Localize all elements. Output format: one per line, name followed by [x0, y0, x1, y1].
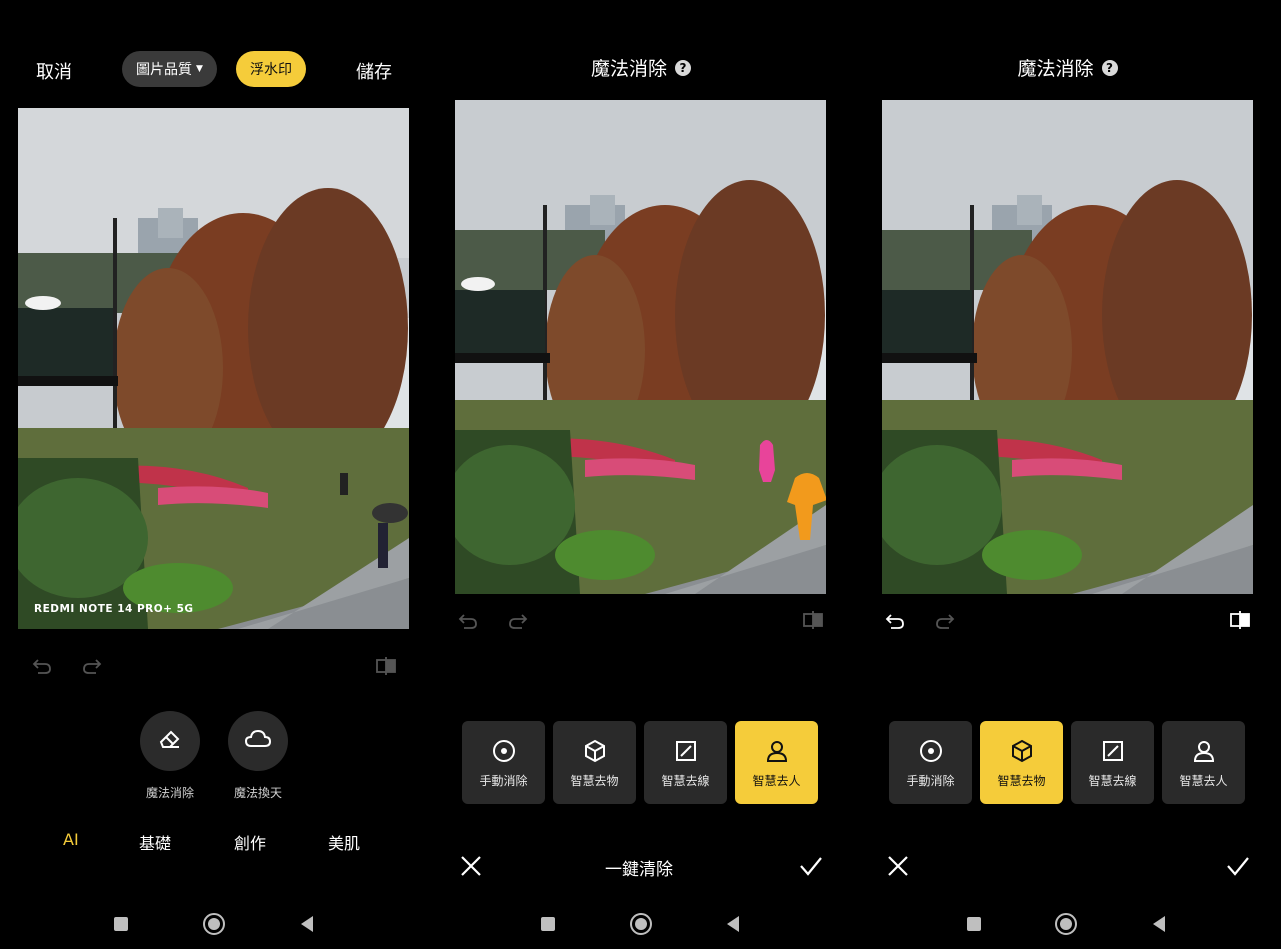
watermark-label: 浮水印	[250, 62, 292, 78]
close-icon[interactable]	[460, 855, 482, 877]
tool-label: 手動消除	[479, 774, 528, 788]
nav-home-icon[interactable]	[629, 912, 653, 936]
tool-smart-person[interactable]: 智慧去人	[735, 721, 818, 804]
compare-icon[interactable]	[803, 610, 823, 630]
help-icon[interactable]: ?	[1101, 59, 1118, 76]
magic-erase-tool[interactable]	[140, 711, 200, 771]
tool-label: 智慧去線	[1088, 774, 1137, 788]
tab-creative[interactable]: 創作	[234, 830, 266, 854]
tool-label: 智慧去人	[752, 774, 801, 788]
magic-sky-label: 魔法換天	[233, 786, 282, 800]
undo-icon[interactable]	[458, 611, 478, 631]
tab-basic[interactable]: 基礎	[139, 830, 171, 854]
compare-icon[interactable]	[376, 656, 396, 676]
cube-icon	[583, 739, 607, 763]
watermark-button[interactable]: 浮水印	[236, 51, 306, 87]
title-text: 魔法消除	[1017, 58, 1094, 80]
tool-manual-erase[interactable]: 手動消除	[462, 721, 545, 804]
target-circle-icon	[492, 739, 516, 763]
tool-label: 智慧去物	[570, 774, 619, 788]
page-title: 魔法消除 ?	[428, 54, 854, 81]
confirm-check-icon[interactable]	[799, 855, 823, 877]
tool-smart-object[interactable]: 智慧去物	[980, 721, 1063, 804]
magic-erase-label: 魔法消除	[145, 786, 194, 800]
nav-recents-icon[interactable]	[539, 912, 557, 936]
person-mask-pink	[759, 440, 775, 482]
tool-manual-erase[interactable]: 手動消除	[889, 721, 972, 804]
close-icon[interactable]	[887, 855, 909, 877]
one-click-clear-button[interactable]: 一鍵清除	[605, 855, 673, 880]
image-quality-dropdown[interactable]: 圖片品質 ▼	[122, 51, 217, 87]
confirm-check-icon[interactable]	[1226, 855, 1250, 877]
cloud-icon	[244, 728, 272, 754]
tool-label: 智慧去人	[1179, 774, 1228, 788]
save-button[interactable]: 儲存	[356, 58, 392, 84]
title-text: 魔法消除	[590, 58, 667, 80]
tool-label: 智慧去線	[661, 774, 710, 788]
park-photo-cleaned	[882, 100, 1253, 594]
park-photo	[18, 108, 409, 629]
tool-label: 手動消除	[906, 774, 955, 788]
park-photo-masked	[455, 100, 826, 594]
redo-icon[interactable]	[82, 656, 102, 676]
cube-icon	[1010, 739, 1034, 763]
tab-ai[interactable]: AI	[63, 830, 79, 849]
line-box-icon	[674, 739, 698, 763]
photo-preview[interactable]	[455, 100, 826, 594]
nav-back-icon[interactable]	[1150, 912, 1168, 936]
person-icon	[765, 739, 789, 763]
tool-label: 智慧去物	[997, 774, 1046, 788]
tool-smart-line[interactable]: 智慧去線	[1071, 721, 1154, 804]
nav-home-icon[interactable]	[1054, 912, 1078, 936]
magic-sky-tool[interactable]	[228, 711, 288, 771]
magic-erase-panel-person: 魔法消除 ? 手動消除 智慧去物 智慧去線 智慧去人 一鍵清除	[428, 0, 854, 949]
tool-smart-object[interactable]: 智慧去物	[553, 721, 636, 804]
nav-back-icon[interactable]	[298, 912, 316, 936]
nav-recents-icon[interactable]	[112, 912, 130, 936]
redo-icon[interactable]	[508, 611, 528, 631]
nav-home-icon[interactable]	[202, 912, 226, 936]
editor-panel-main: 取消 圖片品質 ▼ 浮水印 儲存 REDMI NOTE 14 PRO+ 5G 魔…	[0, 0, 428, 949]
undo-icon[interactable]	[32, 656, 52, 676]
redo-icon[interactable]	[935, 611, 955, 631]
line-box-icon	[1101, 739, 1125, 763]
nav-back-icon[interactable]	[724, 912, 742, 936]
target-circle-icon	[919, 739, 943, 763]
page-title: 魔法消除 ?	[854, 54, 1281, 81]
device-watermark: REDMI NOTE 14 PRO+ 5G	[34, 603, 194, 615]
tool-smart-person[interactable]: 智慧去人	[1162, 721, 1245, 804]
image-quality-label: 圖片品質	[136, 62, 193, 78]
caret-down-icon: ▼	[196, 64, 203, 74]
photo-preview[interactable]	[882, 100, 1253, 594]
magic-erase-panel-object: 魔法消除 ? 手動消除 智慧去物 智慧去線 智慧去人	[854, 0, 1281, 949]
undo-icon[interactable]	[885, 611, 905, 631]
help-icon[interactable]: ?	[675, 59, 691, 76]
compare-icon[interactable]	[1230, 610, 1250, 630]
nav-recents-icon[interactable]	[965, 912, 983, 936]
photo-preview[interactable]: REDMI NOTE 14 PRO+ 5G	[18, 108, 409, 629]
eraser-icon	[157, 726, 183, 756]
cancel-button[interactable]: 取消	[36, 58, 72, 84]
person-icon	[1192, 739, 1216, 763]
tab-beauty[interactable]: 美肌	[328, 830, 360, 854]
tool-smart-line[interactable]: 智慧去線	[644, 721, 727, 804]
